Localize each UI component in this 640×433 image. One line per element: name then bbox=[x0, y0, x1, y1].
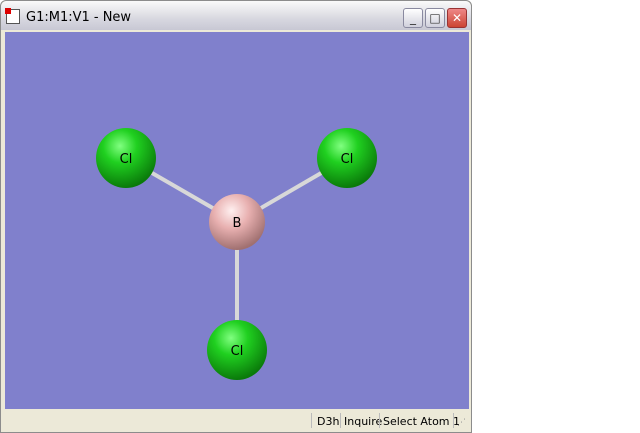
status-bar: D3h Inquire Select Atom 1 ⋰ bbox=[5, 410, 469, 431]
resize-grip-icon[interactable]: ⋰ bbox=[457, 418, 466, 428]
maximize-button[interactable]: □ bbox=[425, 8, 445, 28]
atom-b[interactable]: B bbox=[209, 194, 265, 250]
app-icon[interactable] bbox=[5, 8, 20, 24]
mode-label: Inquire bbox=[344, 415, 383, 428]
atom-cl-3[interactable]: Cl bbox=[207, 320, 267, 380]
divider bbox=[379, 413, 380, 428]
atom-label: Cl bbox=[231, 344, 244, 359]
molecule-svg[interactable]: Cl Cl Cl B bbox=[5, 32, 469, 409]
gaussview-window: G1:M1:V1 - New _ □ ✕ Cl Cl Cl B D3h Inqu… bbox=[0, 0, 472, 433]
symmetry-label: D3h bbox=[317, 415, 340, 428]
atom-label: Cl bbox=[341, 152, 354, 167]
atom-cl-2[interactable]: Cl bbox=[317, 128, 377, 188]
hint-label: Select Atom 1 bbox=[383, 415, 461, 428]
atom-cl-1[interactable]: Cl bbox=[96, 128, 156, 188]
atom-label: B bbox=[233, 216, 242, 231]
atom-label: Cl bbox=[120, 152, 133, 167]
molecule-view[interactable]: Cl Cl Cl B bbox=[5, 32, 469, 409]
minimize-button[interactable]: _ bbox=[403, 8, 423, 28]
divider bbox=[340, 413, 341, 428]
divider bbox=[311, 413, 312, 428]
divider bbox=[453, 413, 454, 428]
window-title: G1:M1:V1 - New bbox=[26, 10, 132, 25]
close-button[interactable]: ✕ bbox=[447, 8, 467, 28]
title-bar[interactable]: G1:M1:V1 - New _ □ ✕ bbox=[1, 1, 471, 30]
